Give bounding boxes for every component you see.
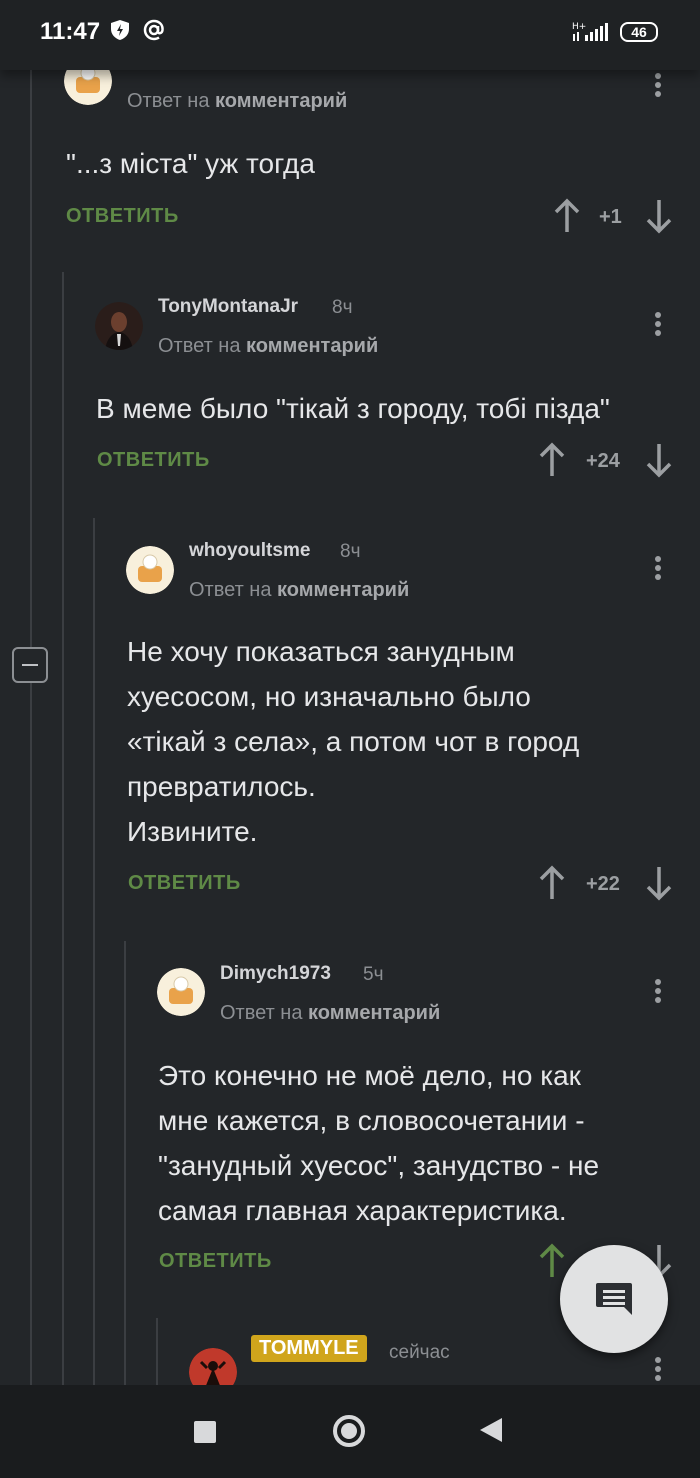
home-button[interactable] bbox=[333, 1415, 365, 1447]
comment-time: 8ч bbox=[332, 297, 353, 318]
comment-text: Это конечно не моё дело, но как мне каже… bbox=[158, 1060, 600, 1226]
collapse-thread-button[interactable] bbox=[12, 647, 48, 683]
thread-line bbox=[124, 941, 126, 1385]
comment-fab-button[interactable] bbox=[560, 1245, 668, 1353]
reply-target-link[interactable]: комментарий bbox=[277, 579, 409, 601]
at-sign-icon bbox=[142, 18, 166, 42]
battery-indicator: 46 bbox=[620, 22, 658, 42]
reply-to-label: Ответ на комментарий bbox=[127, 90, 348, 112]
more-options-icon[interactable] bbox=[653, 1354, 663, 1384]
upvote-icon[interactable] bbox=[538, 1243, 566, 1279]
status-time: 11:47 bbox=[40, 18, 101, 45]
reply-target-link[interactable]: комментарий bbox=[308, 1002, 440, 1024]
reply-button[interactable]: ОТВЕТИТЬ bbox=[66, 205, 179, 228]
downvote-icon[interactable] bbox=[645, 198, 673, 234]
avatar[interactable] bbox=[95, 302, 143, 350]
reply-to-label: Ответ на комментарий bbox=[158, 335, 379, 357]
reply-button[interactable]: ОТВЕТИТЬ bbox=[159, 1250, 272, 1273]
recents-button[interactable] bbox=[194, 1421, 216, 1443]
downvote-icon[interactable] bbox=[645, 865, 673, 901]
comment-username[interactable]: whoyoultsme bbox=[189, 540, 310, 562]
status-bar: 11:47 H+ 46 bbox=[0, 0, 700, 70]
upvote-icon[interactable] bbox=[538, 865, 566, 901]
upvote-icon[interactable] bbox=[538, 442, 566, 478]
network-type: H+ bbox=[572, 22, 586, 32]
reply-button[interactable]: ОТВЕТИТЬ bbox=[128, 872, 241, 895]
username-badge[interactable]: TOMMYLE bbox=[251, 1335, 367, 1362]
more-options-icon[interactable] bbox=[653, 70, 663, 100]
reply-to-label: Ответ на комментарий bbox=[220, 1002, 441, 1024]
shield-icon bbox=[108, 18, 132, 42]
comment-time: сейчас bbox=[389, 1342, 450, 1363]
more-options-icon[interactable] bbox=[653, 553, 663, 583]
reply-button[interactable]: ОТВЕТИТЬ bbox=[97, 449, 210, 472]
comment-username[interactable]: TonyMontanaJr bbox=[158, 296, 298, 318]
reply-target-link[interactable]: комментарий bbox=[215, 90, 347, 112]
reply-to-label: Ответ на комментарий bbox=[189, 579, 410, 601]
comment-username[interactable]: Dimych1973 bbox=[220, 963, 331, 985]
comment-text: "...з міста" уж тогда bbox=[66, 148, 315, 179]
comment-score: +24 bbox=[586, 450, 620, 472]
comment-score: +22 bbox=[586, 873, 620, 895]
comment-time: 8ч bbox=[340, 541, 361, 562]
more-options-icon[interactable] bbox=[653, 976, 663, 1006]
comment-score: +1 bbox=[599, 206, 622, 228]
system-nav-bar bbox=[0, 1385, 700, 1478]
avatar[interactable] bbox=[126, 546, 174, 594]
thread-line bbox=[62, 272, 64, 1385]
reply-target-link[interactable]: комментарий bbox=[246, 335, 378, 357]
thread-line bbox=[30, 70, 32, 1385]
more-options-icon[interactable] bbox=[653, 309, 663, 339]
comment-text: Не хочу показаться занудным хуесосом, но… bbox=[127, 636, 580, 847]
comment-time: 5ч bbox=[363, 964, 384, 985]
thread-line bbox=[93, 518, 95, 1385]
signal-icon: H+ bbox=[571, 20, 611, 49]
back-button[interactable] bbox=[480, 1418, 502, 1442]
upvote-icon[interactable] bbox=[553, 198, 581, 234]
comment-text: В меме было "тікай з городу, тобі пізда" bbox=[96, 393, 610, 424]
avatar[interactable] bbox=[157, 968, 205, 1016]
downvote-icon[interactable] bbox=[645, 442, 673, 478]
thread-line bbox=[156, 1318, 158, 1385]
